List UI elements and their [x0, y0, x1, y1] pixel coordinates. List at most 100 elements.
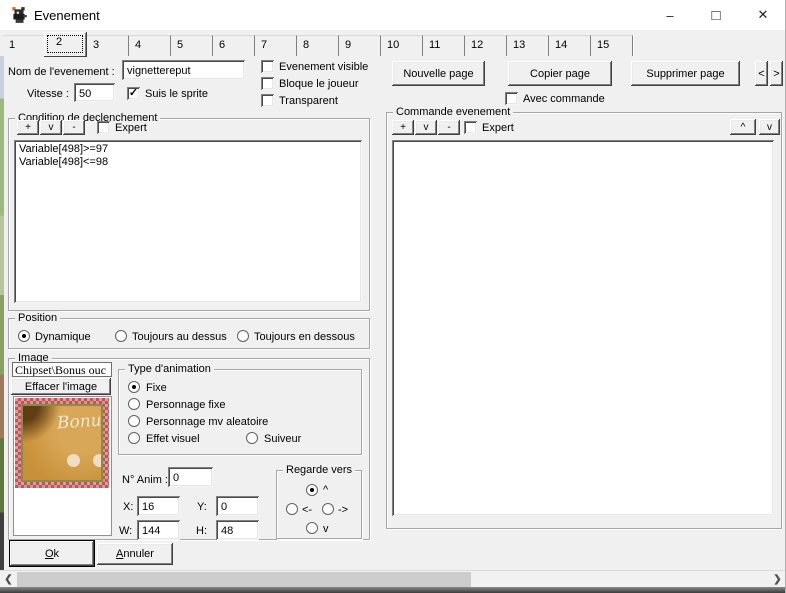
position-above-radio[interactable]	[115, 330, 127, 342]
anim-visual-effect-radio[interactable]	[128, 432, 140, 444]
tab-page-15[interactable]: 15	[591, 35, 633, 56]
event-name-input[interactable]	[122, 60, 245, 80]
anim-fixed-radio[interactable]	[128, 381, 140, 393]
x-label: X:	[123, 501, 133, 513]
title-bar: Evenement – □ ✕	[0, 0, 786, 31]
block-player-checkbox[interactable]	[261, 77, 274, 90]
command-remove-button[interactable]: -	[438, 120, 460, 135]
chipset-path-field[interactable]: Chipset\Bonus ouc	[12, 362, 112, 377]
tab-page-5[interactable]: 5	[171, 35, 213, 56]
anim-character-fixed-label: Personnage fixe	[146, 399, 226, 411]
clear-image-button[interactable]: Effacer l'image	[11, 378, 111, 395]
h-input[interactable]	[216, 520, 259, 540]
tab-page-13[interactable]: 13	[507, 35, 549, 56]
image-preview[interactable]: Bonu	[13, 396, 112, 536]
tab-page-7[interactable]: 7	[255, 35, 297, 56]
command-group-title: Commande evenement	[393, 105, 513, 119]
background-sliver	[0, 56, 4, 587]
animation-type-title: Type d'animation	[125, 362, 214, 376]
tab-page-14[interactable]: 14	[549, 35, 591, 56]
command-edit-button[interactable]: v	[415, 120, 437, 135]
event-name-label: Nom de l'evenement :	[8, 66, 115, 78]
x-input[interactable]	[137, 496, 180, 516]
anim-follower-label: Suiveur	[264, 433, 301, 445]
scrollbar-thumb[interactable]	[17, 572, 471, 587]
w-input[interactable]	[137, 520, 180, 540]
condition-expert-checkbox[interactable]	[97, 121, 110, 134]
close-button[interactable]: ✕	[740, 0, 786, 30]
tab-page-1[interactable]: 1	[3, 35, 45, 56]
tab-page-2[interactable]: 2	[44, 32, 87, 57]
delete-page-button[interactable]: Supprimer page	[631, 61, 740, 86]
anim-fixed-label: Fixe	[146, 382, 167, 394]
tab-page-9[interactable]: 9	[339, 35, 381, 56]
anim-follower-radio[interactable]	[246, 432, 258, 444]
condition-list-item[interactable]: Variable[498]>=97	[19, 143, 357, 156]
cancel-button[interactable]: Annuler	[97, 543, 173, 565]
command-add-button[interactable]: +	[392, 120, 414, 135]
transparent-label: Transparent	[279, 95, 338, 107]
follow-sprite-label: Suis le sprite	[145, 88, 208, 100]
speed-input[interactable]	[74, 83, 115, 102]
y-label: Y:	[197, 501, 207, 513]
tab-page-4[interactable]: 4	[129, 35, 171, 56]
condition-remove-button[interactable]: -	[63, 120, 85, 135]
look-right-radio[interactable]	[322, 503, 334, 515]
look-left-radio[interactable]	[286, 503, 298, 515]
tab-focus-rect	[47, 35, 83, 53]
condition-list[interactable]: Variable[498]>=97 Variable[498]<=98	[14, 140, 362, 303]
look-up-label: ^	[323, 484, 328, 496]
copy-page-button[interactable]: Copier page	[508, 61, 612, 86]
look-right-label: ->	[338, 504, 348, 516]
command-move-up-button[interactable]: ^	[730, 119, 756, 135]
next-page-button[interactable]: >	[770, 61, 783, 86]
look-up-radio[interactable]	[306, 484, 318, 496]
command-expert-checkbox[interactable]	[464, 121, 477, 134]
new-page-button[interactable]: Nouvelle page	[392, 61, 485, 86]
h-label: H:	[196, 525, 207, 537]
follow-sprite-checkbox[interactable]: ✓	[127, 87, 140, 100]
command-move-down-button[interactable]: v	[759, 119, 780, 135]
look-down-radio[interactable]	[306, 522, 318, 534]
anim-character-random-label: Personnage mv aleatoire	[146, 416, 268, 428]
ok-button[interactable]: Ok	[10, 541, 94, 566]
condition-expert-label: Expert	[115, 122, 147, 134]
tab-page-3[interactable]: 3	[87, 35, 129, 56]
scroll-left-icon[interactable]: ❮	[0, 571, 17, 587]
block-player-label: Bloque le joueur	[279, 78, 359, 90]
event-editor-window: Evenement – □ ✕ 1 2 3 4 5 6 7 8 9 10 11 …	[0, 0, 786, 593]
condition-add-button[interactable]: +	[17, 120, 39, 135]
anim-character-random-radio[interactable]	[128, 415, 140, 427]
event-visible-checkbox[interactable]	[261, 60, 274, 73]
window-bottom-edge	[0, 587, 786, 593]
prev-page-button[interactable]: <	[755, 61, 768, 86]
tab-page-10[interactable]: 10	[381, 35, 423, 56]
maximize-button[interactable]: □	[693, 0, 739, 30]
checkmark-icon: ✓	[129, 89, 138, 98]
condition-list-item[interactable]: Variable[498]<=98	[19, 156, 357, 169]
look-left-label: <-	[302, 504, 312, 516]
transparent-checkbox[interactable]	[261, 94, 274, 107]
scroll-right-icon[interactable]: ❯	[769, 571, 786, 587]
image-preview-text: Bonu	[56, 410, 102, 433]
position-below-radio[interactable]	[237, 330, 249, 342]
anim-character-fixed-radio[interactable]	[128, 398, 140, 410]
tab-page-8[interactable]: 8	[297, 35, 339, 56]
speed-label: Vitesse :	[27, 88, 69, 100]
anim-number-input[interactable]	[168, 467, 213, 487]
condition-edit-button[interactable]: v	[40, 120, 62, 135]
minimize-button[interactable]: –	[647, 0, 693, 30]
chipset-image: Bonu	[15, 398, 109, 488]
tab-page-12[interactable]: 12	[465, 35, 507, 56]
tab-page-6[interactable]: 6	[213, 35, 255, 56]
app-icon	[10, 6, 28, 24]
with-command-checkbox[interactable]	[505, 92, 518, 105]
position-group-title: Position	[15, 311, 60, 325]
y-input[interactable]	[216, 496, 259, 516]
horizontal-scrollbar[interactable]: ❮ ❯	[0, 570, 786, 587]
position-dynamic-radio[interactable]	[18, 330, 30, 342]
anim-number-label: N° Anim :	[122, 474, 168, 486]
tab-page-11[interactable]: 11	[423, 35, 465, 56]
command-list[interactable]	[392, 140, 774, 516]
with-command-label: Avec commande	[523, 93, 605, 105]
